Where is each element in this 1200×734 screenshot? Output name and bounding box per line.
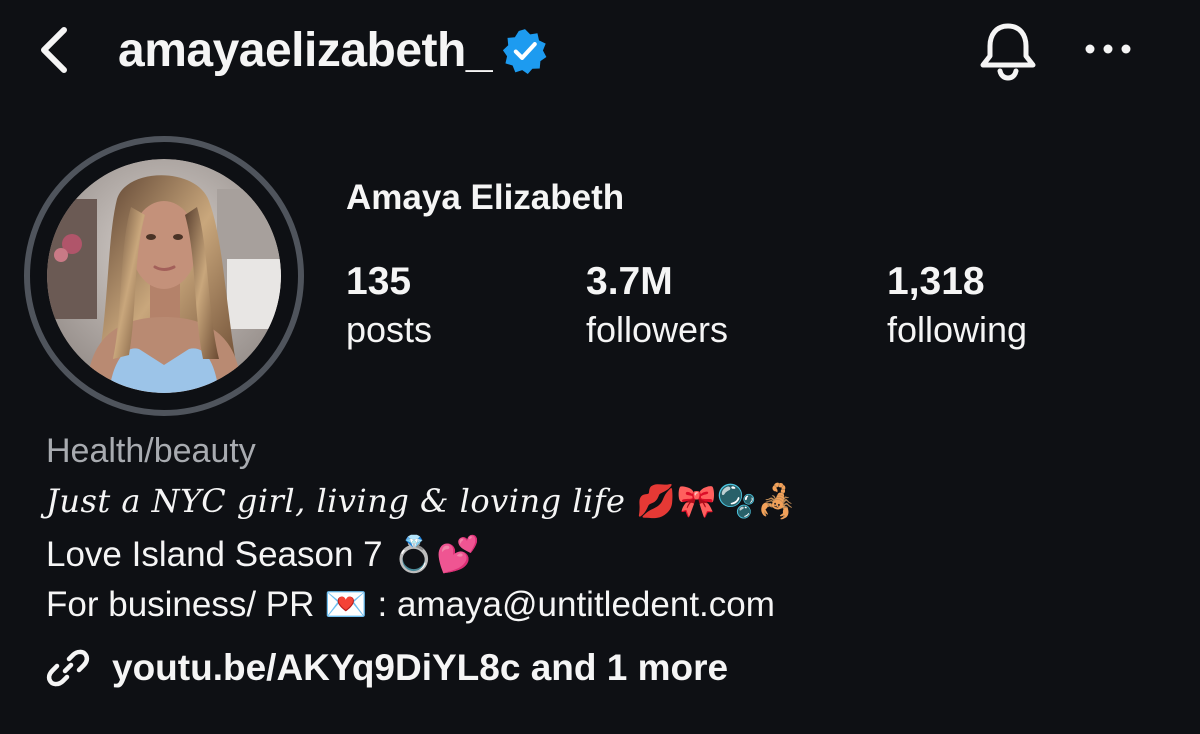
following-count: 1,318 xyxy=(887,260,985,303)
bio-line-2: Love Island Season 7 💍💕 xyxy=(46,534,480,575)
display-name: Amaya Elizabeth xyxy=(346,178,625,217)
following-label: following xyxy=(887,309,1028,350)
posts-label: posts xyxy=(346,309,433,350)
username-header: amayaelizabeth_ xyxy=(118,18,548,82)
posts-stat[interactable]: 135 posts xyxy=(346,258,432,354)
followers-label: followers xyxy=(586,309,729,350)
bio-line-2-emoji: 💍💕 xyxy=(392,535,480,575)
followers-stat[interactable]: 3.7M followers xyxy=(586,258,728,354)
profile-screen: amayaelizabeth_ Amaya Elizabeth 135 post… xyxy=(0,0,1200,734)
more-horizontal-icon[interactable] xyxy=(1082,36,1134,62)
followers-count: 3.7M xyxy=(586,260,673,303)
profile-category: Health/beauty xyxy=(46,432,256,470)
avatar xyxy=(47,159,281,393)
bio-line-1: Just a NYC girl, living & loving life 💋🎀… xyxy=(46,482,798,520)
bio-line-1-emoji: 💋🎀🫧🦂 xyxy=(636,482,798,520)
avatar-ring[interactable] xyxy=(24,136,304,416)
profile-link[interactable]: youtu.be/AKYq9DiYL8c and 1 more xyxy=(46,642,728,694)
link-icon xyxy=(46,649,90,687)
envelope-emoji: 💌 xyxy=(324,585,368,625)
bio-line-3-prefix: For business/ PR xyxy=(46,585,315,624)
bio-line-1-text: Just a NYC girl, living & loving life xyxy=(46,482,626,520)
following-stat[interactable]: 1,318 following xyxy=(887,258,1027,354)
verified-badge-icon xyxy=(502,29,547,74)
bell-icon[interactable] xyxy=(976,20,1040,82)
posts-count: 135 xyxy=(346,260,412,303)
bio-line-2-text: Love Island Season 7 xyxy=(46,535,383,574)
business-email[interactable]: : amaya@untitledent.com xyxy=(378,585,775,624)
link-text: youtu.be/AKYq9DiYL8c and 1 more xyxy=(112,647,729,688)
chevron-left-icon[interactable] xyxy=(34,24,74,76)
username: amayaelizabeth_ xyxy=(118,23,493,77)
bio-line-3: For business/ PR 💌 : amaya@untitledent.c… xyxy=(46,584,775,625)
